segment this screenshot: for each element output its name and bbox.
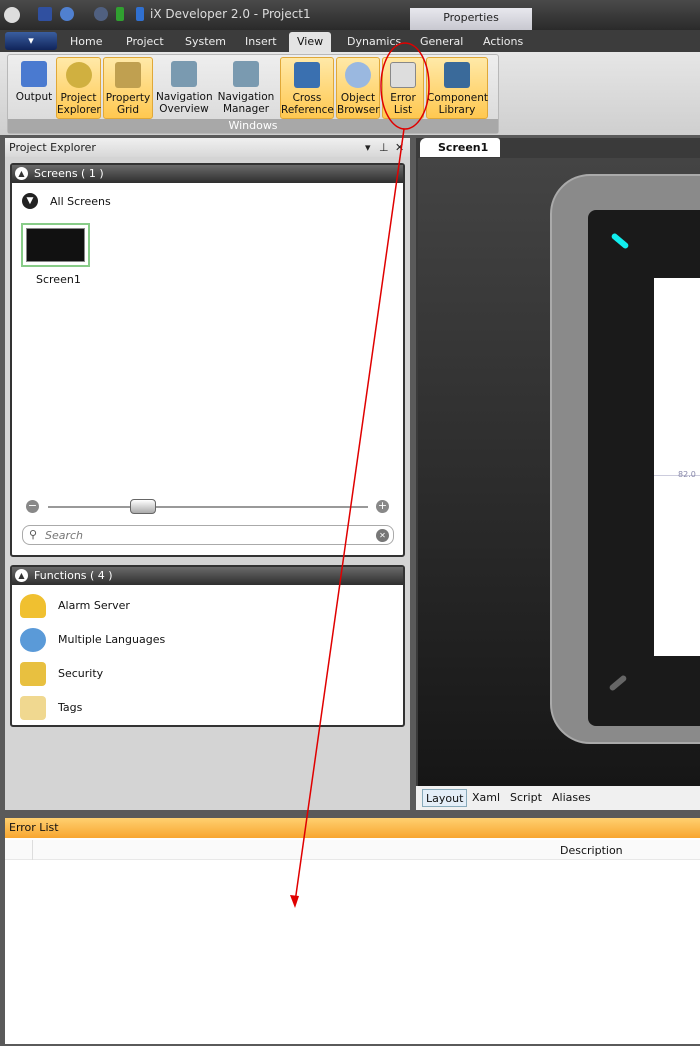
annotation-overlay — [290, 42, 430, 908]
arrowhead-icon — [290, 895, 299, 908]
annotation-circle — [380, 42, 430, 130]
annotation-arrow — [294, 128, 405, 903]
